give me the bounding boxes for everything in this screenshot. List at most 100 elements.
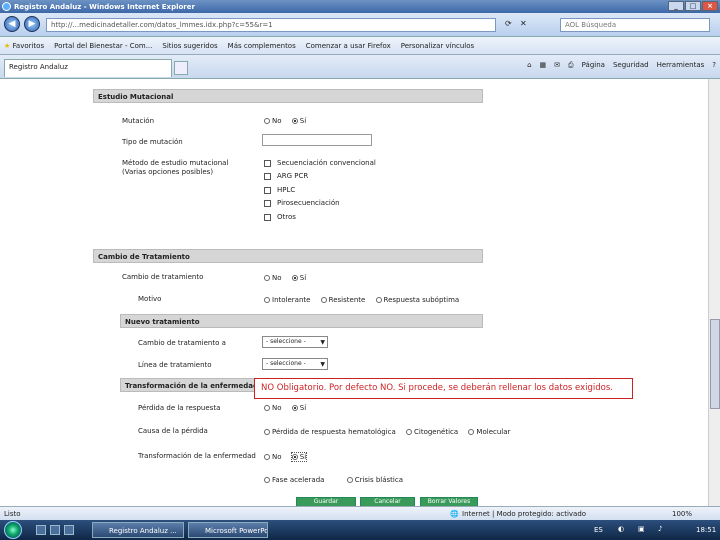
borrar-button[interactable]: Borrar Valores xyxy=(420,497,478,506)
causa-radio[interactable]: Molecular xyxy=(468,428,510,436)
motivo-radio[interactable]: Resistente xyxy=(320,296,365,304)
mutacion-si-radio[interactable]: Sí xyxy=(291,117,306,125)
tray-icon[interactable]: ◐ xyxy=(618,525,624,533)
perdida-label: Pérdida de la respuesta xyxy=(138,404,221,412)
ie-logo-icon xyxy=(2,2,11,11)
transf-no-radio[interactable]: No xyxy=(264,453,282,461)
new-tab-button[interactable] xyxy=(174,61,188,75)
motivo-radio[interactable]: Respuesta subóptima xyxy=(375,296,459,304)
section-estudio-mutacional: Estudio Mutacional xyxy=(93,89,483,103)
url-field[interactable]: http://...medicinadetaller.com/datos_lmm… xyxy=(46,18,496,32)
taskbar: Registro Andaluz ... Microsoft PowerPoi.… xyxy=(0,520,720,540)
cambio-label: Cambio de tratamiento xyxy=(122,273,204,281)
ie-quicklaunch-icon[interactable] xyxy=(50,525,60,535)
cambio-no-radio[interactable]: No xyxy=(264,274,282,282)
minimize-button[interactable]: _ xyxy=(668,1,684,11)
help-icon[interactable]: ? xyxy=(712,61,716,70)
mutacion-label: Mutación xyxy=(122,117,155,125)
linea-select[interactable]: - seleccione - ▼ xyxy=(262,358,328,370)
close-button[interactable]: × xyxy=(702,1,718,11)
start-button[interactable] xyxy=(4,521,22,539)
maximize-button[interactable]: □ xyxy=(685,1,701,11)
causa-radio[interactable]: Pérdida de respuesta hematológica xyxy=(264,428,396,436)
metodo-checkbox[interactable]: Pirosecuenciación xyxy=(264,199,340,207)
browser-tab[interactable]: Registro Andaluz xyxy=(4,59,172,77)
metodo-label: Método de estudio mutacional xyxy=(122,159,229,167)
chevron-down-icon: ▼ xyxy=(320,361,325,368)
perdida-si-radio[interactable]: Sí xyxy=(291,404,306,412)
mutacion-radio-group: No Sí xyxy=(264,117,314,125)
tools-menu[interactable]: Herramientas xyxy=(657,61,705,70)
volume-icon[interactable]: ♪ xyxy=(658,525,662,533)
star-icon: ★ xyxy=(4,41,11,50)
motivo-radio[interactable]: Intolerante xyxy=(264,296,310,304)
cambio-a-label: Cambio de tratamiento a xyxy=(138,339,226,347)
refresh-icon[interactable]: ⟳ xyxy=(505,19,512,28)
home-icon[interactable]: ⌂ xyxy=(527,61,531,70)
causa-label: Causa de la pérdida xyxy=(138,427,208,435)
explorer-quicklaunch-icon[interactable] xyxy=(64,525,74,535)
favorites-button[interactable]: ★ Favoritos xyxy=(4,42,44,50)
fase-radio-group: Fase acelerada Crisis blástica xyxy=(264,476,411,484)
scrollbar-thumb[interactable] xyxy=(710,319,720,409)
window-titlebar: Registro Andaluz - Windows Internet Expl… xyxy=(0,0,720,13)
print-icon[interactable]: ⎙ xyxy=(568,61,574,70)
language-indicator[interactable]: ES xyxy=(594,526,603,534)
metodo-checkbox[interactable]: ARG PCR xyxy=(264,172,308,180)
metodo-checkbox[interactable]: Secuenciación convencional xyxy=(264,159,376,167)
perdida-radio-group: No Sí xyxy=(264,404,314,412)
favorite-link[interactable]: Sitios sugeridos xyxy=(162,42,217,50)
favorite-link[interactable]: Personalizar vínculos xyxy=(401,42,474,50)
cambio-radio-group: No Sí xyxy=(264,274,314,282)
tooltip: NO Obligatorio. Por defecto NO. Si proce… xyxy=(254,378,633,399)
favorites-label: Favoritos xyxy=(12,41,45,50)
security-menu[interactable]: Seguridad xyxy=(613,61,649,70)
network-icon[interactable]: ▣ xyxy=(638,525,645,533)
status-text: Listo xyxy=(4,510,21,518)
show-desktop-icon[interactable] xyxy=(36,525,46,535)
transf-radio-group: No Sí xyxy=(264,452,314,462)
feeds-icon[interactable]: ▦ xyxy=(540,61,547,70)
search-input[interactable]: AOL Búsqueda xyxy=(560,18,710,32)
mail-icon[interactable]: ✉ xyxy=(554,61,560,70)
favorite-link[interactable]: Comenzar a usar Firefox xyxy=(306,42,391,50)
zoom-level[interactable]: 100% xyxy=(672,510,692,518)
transf-si-radio[interactable]: Sí xyxy=(290,452,308,462)
mutacion-no-radio[interactable]: No xyxy=(264,117,282,125)
tipo-mutacion-input[interactable] xyxy=(262,134,372,146)
cancelar-button[interactable]: Cancelar xyxy=(360,497,415,506)
globe-icon: 🌐 xyxy=(450,510,459,518)
taskbar-item-powerpoint[interactable]: Microsoft PowerPoi... xyxy=(188,522,268,538)
section-cambio-tratamiento: Cambio de Tratamiento xyxy=(93,249,483,263)
metodo-sublabel: (Varias opciones posibles) xyxy=(122,168,214,176)
page-menu[interactable]: Página xyxy=(582,61,605,70)
transf-label: Transformación de la enfermedad xyxy=(138,452,256,460)
window-title: Registro Andaluz - Windows Internet Expl… xyxy=(14,3,195,11)
vertical-scrollbar[interactable] xyxy=(708,79,720,506)
forward-button[interactable]: ▶ xyxy=(24,16,40,32)
clock[interactable]: 18:51 xyxy=(696,526,716,534)
taskbar-item-ie[interactable]: Registro Andaluz ... xyxy=(92,522,184,538)
page-content: Estudio Mutacional Mutación No Sí Tipo d… xyxy=(0,79,708,506)
section-nuevo-tratamiento: Nuevo tratamiento xyxy=(120,314,483,328)
motivo-label: Motivo xyxy=(138,295,162,303)
cambio-si-radio[interactable]: Sí xyxy=(291,274,306,282)
stop-icon[interactable]: ✕ xyxy=(520,19,527,28)
metodo-checkbox[interactable]: Otros xyxy=(264,213,296,221)
status-bar: Listo 🌐 Internet | Modo protegido: activ… xyxy=(0,506,720,520)
guardar-button[interactable]: Guardar xyxy=(296,497,356,506)
motivo-radio-group: Intolerante Resistente Respuesta subópti… xyxy=(264,296,467,304)
favorite-link[interactable]: Más complementos xyxy=(228,42,296,50)
fase-radio[interactable]: Fase acelerada xyxy=(264,476,324,484)
address-bar: ◀ ▶ http://...medicinadetaller.com/datos… xyxy=(0,13,720,37)
perdida-no-radio[interactable]: No xyxy=(264,404,282,412)
favorite-link[interactable]: Portal del Bienestar - Com... xyxy=(54,42,152,50)
back-button[interactable]: ◀ xyxy=(4,16,20,32)
cambio-a-select[interactable]: - seleccione - ▼ xyxy=(262,336,328,348)
causa-radio[interactable]: Citogenética xyxy=(406,428,458,436)
favorites-bar: ★ Favoritos Portal del Bienestar - Com..… xyxy=(0,37,720,55)
zone-text: Internet | Modo protegido: activado xyxy=(462,510,587,518)
metodo-checkbox[interactable]: HPLC xyxy=(264,186,295,194)
causa-radio-group: Pérdida de respuesta hematológica Citoge… xyxy=(264,428,518,436)
fase-radio[interactable]: Crisis blástica xyxy=(346,476,403,484)
